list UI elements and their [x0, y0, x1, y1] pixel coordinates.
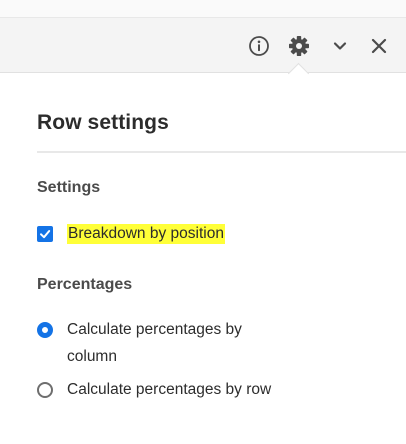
settings-heading: Settings [37, 179, 101, 196]
close-button[interactable] [367, 34, 391, 58]
checkmark-icon [40, 230, 51, 239]
breakdown-label: Breakdown by position [67, 224, 225, 244]
radio-by-row-label: Calculate percentages by row [67, 381, 272, 398]
close-icon [370, 37, 388, 55]
radio-by-column[interactable] [37, 322, 53, 338]
info-button[interactable] [247, 34, 271, 58]
breakdown-checkbox[interactable] [37, 226, 53, 242]
radio-by-column-label: Calculate percentages by column [67, 321, 242, 365]
info-icon [248, 35, 270, 57]
radio-by-row[interactable] [37, 382, 53, 398]
collapse-button[interactable] [328, 34, 352, 58]
settings-button[interactable] [287, 34, 311, 58]
top-strip [0, 0, 406, 17]
popover-title: Row settings [37, 111, 169, 134]
percentages-by-row-option[interactable]: Calculate percentages by row [37, 380, 327, 403]
percentages-by-column-option[interactable]: Calculate percentages by column [37, 320, 267, 370]
chevron-down-icon [332, 38, 348, 54]
breakdown-by-position-option[interactable]: Breakdown by position [37, 223, 225, 245]
percentages-heading: Percentages [37, 276, 133, 293]
row-settings-popover: Row settings Settings Breakdown by posit… [0, 62, 406, 444]
toolbar [0, 17, 406, 73]
gear-icon [288, 35, 310, 57]
title-divider [37, 151, 406, 153]
